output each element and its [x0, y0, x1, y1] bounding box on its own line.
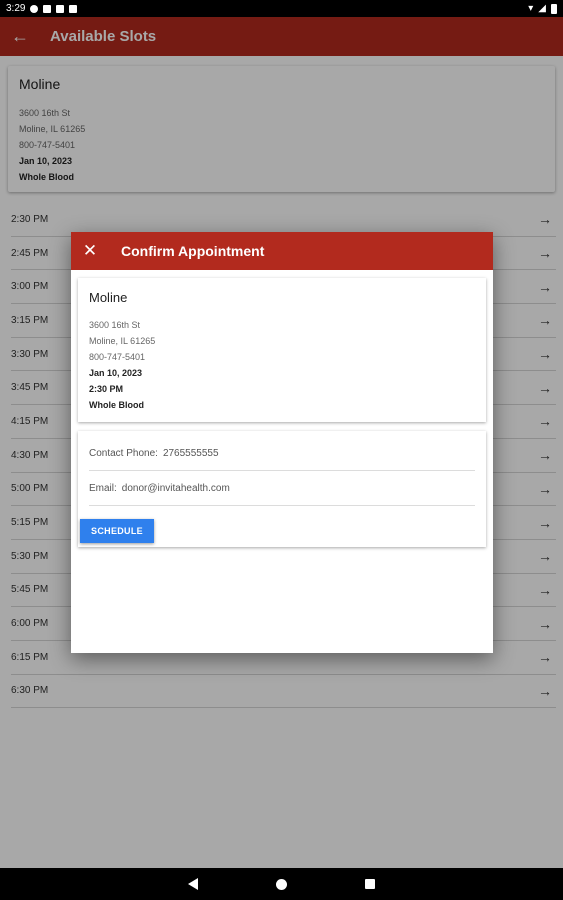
contact-phone-field[interactable]: Contact Phone: 2765555555	[89, 437, 475, 471]
email-value: donor@invitahealth.com	[121, 483, 230, 494]
storage-icon	[69, 4, 78, 13]
confirm-appointment-dialog: ✕ Confirm Appointment Moline 3600 16th S…	[71, 232, 493, 653]
status-bar: 3:29 ▾ ◢	[0, 0, 563, 17]
notification-icon	[56, 4, 65, 13]
signal-icon: ◢	[538, 3, 546, 14]
schedule-button[interactable]: SCHEDULE	[80, 519, 154, 543]
dialog-title: Confirm Appointment	[121, 243, 265, 259]
nav-back-icon[interactable]	[188, 878, 198, 890]
contact-phone-value: 2765555555	[162, 448, 219, 459]
close-icon[interactable]: ✕	[71, 241, 109, 261]
appointment-details-card: Moline 3600 16th St Moline, IL 61265 800…	[78, 278, 486, 422]
battery-icon	[551, 3, 557, 14]
nav-home-icon[interactable]	[276, 878, 287, 890]
appointment-date: Jan 10, 2023	[89, 368, 143, 378]
dialog-header: ✕ Confirm Appointment	[71, 232, 493, 270]
email-field[interactable]: Email: donor@invitahealth.com	[89, 472, 475, 506]
contact-phone-label: Contact Phone:	[89, 448, 158, 459]
location-name: Moline	[89, 290, 128, 305]
chat-icon	[30, 4, 39, 13]
contact-card: Contact Phone: 2765555555 Email: donor@i…	[78, 431, 486, 547]
email-label: Email:	[89, 483, 117, 494]
nav-recents-icon[interactable]	[365, 879, 375, 889]
donation-type: Whole Blood	[89, 400, 144, 410]
status-time: 3:29	[6, 3, 26, 14]
address-line-1: 3600 16th St	[89, 320, 141, 330]
appointment-time: 2:30 PM	[89, 384, 124, 394]
phone-number: 800-747-5401	[89, 352, 146, 362]
address-line-2: Moline, IL 61265	[89, 336, 156, 346]
navigation-bar	[0, 868, 563, 900]
wifi-icon: ▾	[528, 3, 534, 14]
sim-icon	[43, 4, 52, 13]
